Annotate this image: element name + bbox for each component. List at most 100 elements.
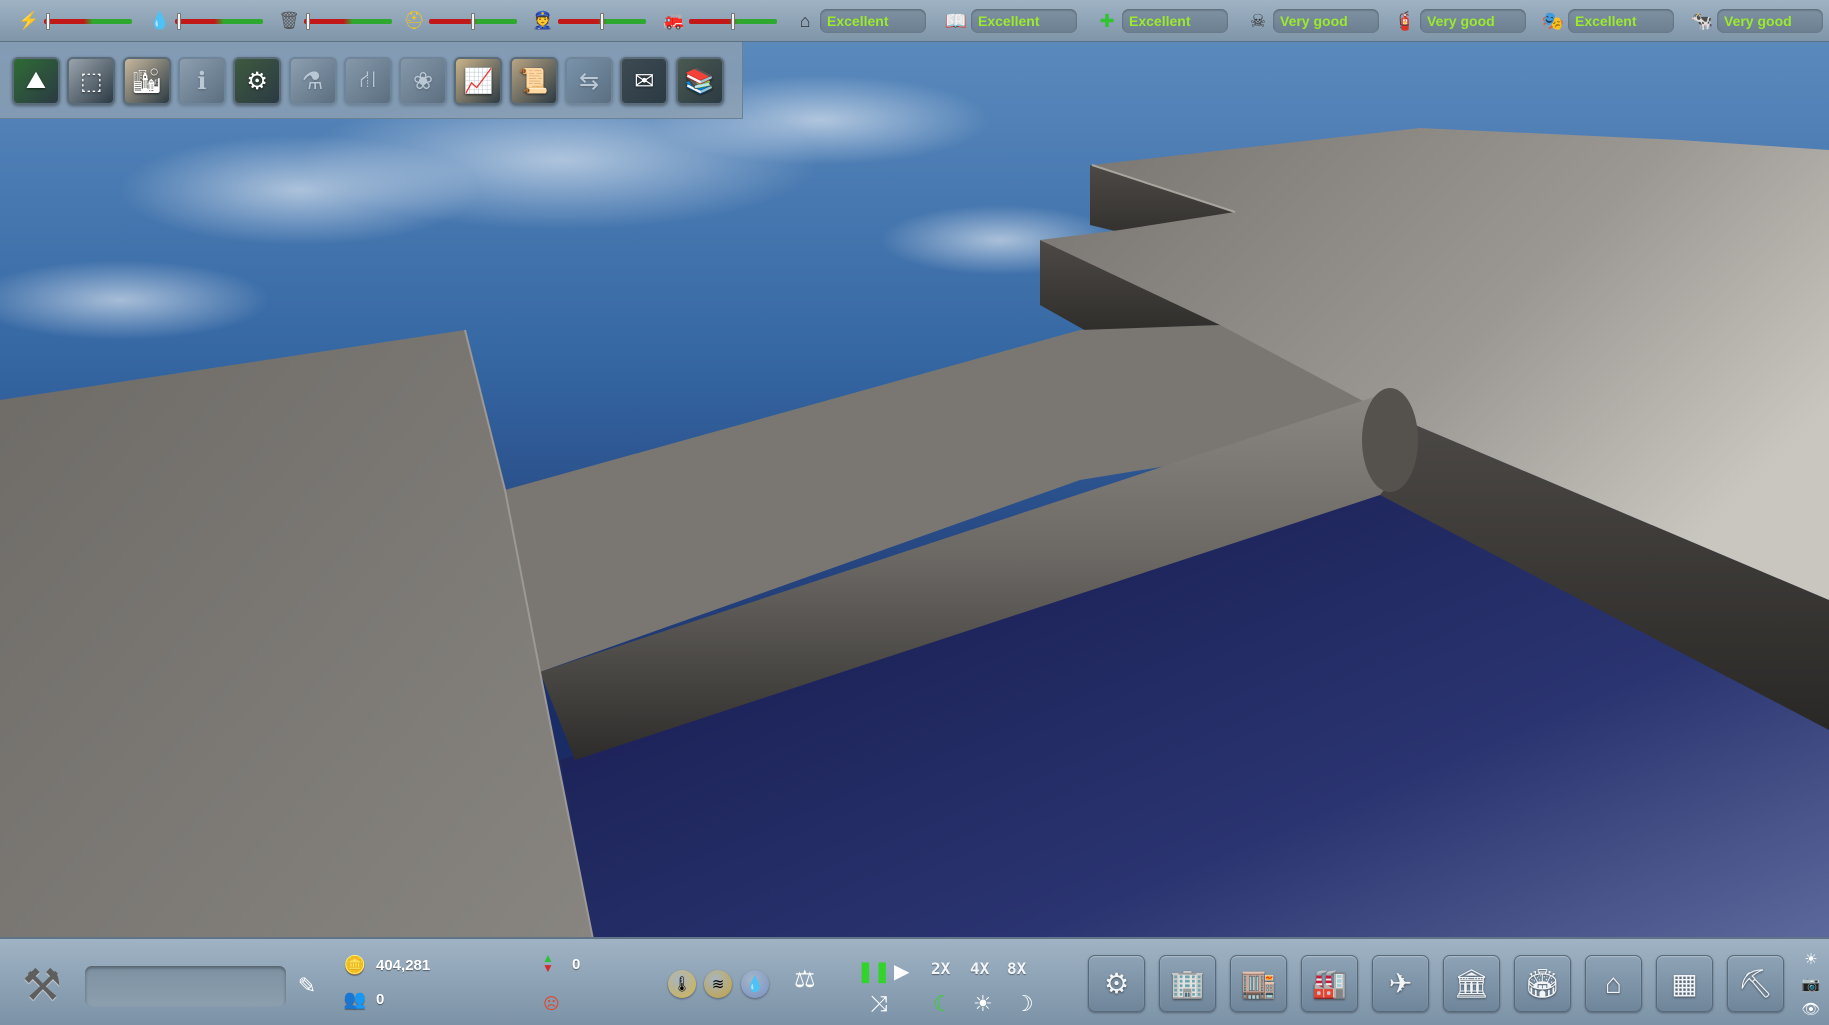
airplane-icon: ✈ — [1388, 968, 1413, 999]
population-change: 0 — [572, 956, 580, 973]
office-icon: 🏬 — [1241, 968, 1276, 999]
population-value: 0 — [376, 991, 385, 1008]
chart-icon: 📈 — [463, 67, 494, 95]
speed-8x-button[interactable]: 8X — [1007, 959, 1026, 978]
speed-2x-button[interactable]: 2X — [931, 959, 950, 978]
book-icon: 📖 — [944, 10, 968, 31]
money-value: 404,281 — [376, 957, 431, 974]
factory-icon: 🏭 — [1312, 968, 1347, 999]
tool-panel: ⛰ ⬚ 🏙 ℹ ⚙ ⚗ ⛙ ❀ 📈 📜 ⇆ ✉ 📚 — [0, 42, 743, 119]
roads-tool-button[interactable]: ⛙ — [343, 57, 392, 105]
electricity-level-knob — [45, 12, 50, 30]
excavator-icon: ⛏ — [1737, 968, 1774, 999]
sun-icon[interactable]: ☀ — [973, 991, 993, 1017]
water-overlay-button[interactable]: 💧 — [741, 970, 769, 998]
airport-zone-button[interactable]: ✈ — [1372, 955, 1429, 1012]
play-icon[interactable]: ▶ — [894, 959, 909, 984]
day-night-icon[interactable]: ☾ — [933, 991, 953, 1017]
demolish-zone-button[interactable]: ⛏ — [1727, 955, 1784, 1012]
city-name-field[interactable] — [85, 966, 286, 1007]
utilities-zone-button[interactable]: ⚙ — [1088, 955, 1145, 1012]
tools-icon[interactable]: ⚒ — [14, 957, 70, 1013]
edit-pencil-icon[interactable]: ✎ — [294, 973, 320, 999]
electricity-meter[interactable]: ⚡ — [18, 8, 132, 34]
charts-tool-button[interactable]: 📈 — [454, 57, 503, 105]
water-meter[interactable]: 💧 — [149, 8, 263, 34]
fire-level-knob — [731, 12, 735, 30]
info-tool-button[interactable]: ℹ — [177, 57, 226, 105]
entertainment-rating-value: Excellent — [1568, 9, 1674, 33]
documents-tool-button[interactable]: 📜 — [509, 57, 558, 105]
police-level-bar — [558, 12, 646, 30]
residential-zone-button[interactable]: 🏢 — [1159, 955, 1216, 1012]
water-level-knob — [176, 12, 181, 30]
workers-level-knob — [471, 12, 475, 30]
temperature-overlay-button[interactable]: 🌡 — [668, 970, 696, 998]
workers-meter[interactable]: ⛑ — [403, 8, 517, 34]
garbage-meter[interactable]: 🗑 — [278, 8, 392, 34]
top-status-bar: ⚡ 💧 🗑 ⛑ 👮 🚒 ⌂ Excellent 📖 Excellent ✚ Excellent ☠ Ve… — [0, 0, 1829, 42]
fire-safety-rating[interactable]: 🧯 Very good — [1393, 8, 1526, 34]
education-rating[interactable]: 📖 Excellent — [944, 8, 1077, 34]
sad-face-icon[interactable]: ☹ — [543, 994, 560, 1014]
services-icon: ⚙ — [246, 67, 268, 95]
blocks-tool-button[interactable]: ⬚ — [67, 57, 116, 105]
workers-level-bar — [429, 12, 517, 30]
commercial-zone-button[interactable]: 🏬 — [1230, 955, 1287, 1012]
speed-4x-button[interactable]: 4X — [970, 959, 989, 978]
capitol-icon: 🏛 — [1453, 968, 1490, 999]
weather-icon[interactable]: ☀ — [1799, 949, 1823, 969]
terrain-tool-button[interactable]: ⛰ — [12, 57, 60, 105]
moon-icon[interactable]: ☽ — [1014, 991, 1034, 1017]
government-zone-button[interactable]: 🏛 — [1443, 955, 1500, 1012]
garbage-level-knob — [305, 12, 310, 30]
electricity-level-bar — [44, 12, 132, 30]
up-down-arrows-icon: ▲ ▼ — [542, 951, 554, 975]
scales-icon[interactable]: ⚖ — [794, 965, 816, 994]
police-meter[interactable]: 👮 — [532, 8, 646, 34]
landmark-zone-button[interactable]: 🏟 — [1514, 955, 1571, 1012]
city-tool-button[interactable]: 🏙 — [122, 57, 171, 105]
health-rating-value: Excellent — [1122, 9, 1228, 33]
entertainment-rating[interactable]: 🎭 Excellent — [1541, 8, 1674, 34]
nature-tool-button[interactable]: ❀ — [399, 57, 448, 105]
envelope-icon: ✉ — [634, 67, 655, 95]
money-display: 🪙 404,281 — [340, 955, 430, 976]
health-rating[interactable]: ✚ Excellent — [1095, 8, 1228, 34]
mail-tool-button[interactable]: ✉ — [620, 57, 669, 105]
skull-icon: ☠ — [1249, 10, 1267, 31]
wind-overlay-button[interactable]: ≋ — [704, 970, 732, 998]
police-icon: 👮 — [532, 11, 554, 30]
stadium-icon: 🏟 — [1524, 968, 1561, 999]
apartment-icon: 🏢 — [1170, 968, 1205, 999]
fire-meter[interactable]: 🚒 — [663, 8, 777, 34]
pollution-rating-value: Very good — [1273, 9, 1379, 33]
library-tool-button[interactable]: 📚 — [675, 57, 724, 105]
people-icon: 👥 — [343, 989, 367, 1009]
terrain-icon: ⛰ — [25, 67, 47, 94]
police-level-knob — [600, 12, 604, 30]
housing-rating[interactable]: ⌂ Excellent — [793, 8, 926, 34]
camera-icon[interactable]: 📷 — [1799, 974, 1823, 994]
water-level-bar — [175, 12, 263, 30]
tree-icon: ❀ — [413, 67, 434, 95]
storage-zone-button[interactable]: ▦ — [1656, 955, 1713, 1012]
greenhouse-zone-button[interactable]: ⌂ — [1585, 955, 1642, 1012]
game-viewport[interactable] — [0, 0, 1829, 1025]
shuffle-icon[interactable]: ⤨ — [870, 991, 888, 1017]
livestock-rating[interactable]: 🐄 Very good — [1690, 8, 1823, 34]
coins-icon: 🪙 — [343, 955, 367, 975]
bottom-control-bar: ⚒ ✎ 🪙 404,281 👥 0 ▲ ▼ 0 ☹ 🌡 ≋ 💧 ⚖ ❚❚ ▶ 2X 4… — [0, 937, 1829, 1025]
blocks-icon: ⬚ — [79, 67, 103, 95]
research-tool-button[interactable]: ⚗ — [288, 57, 337, 105]
industrial-zone-button[interactable]: 🏭 — [1301, 955, 1358, 1012]
livestock-rating-value: Very good — [1717, 9, 1823, 33]
services-tool-button[interactable]: ⚙ — [233, 57, 282, 105]
water-drop-icon: 💧 — [149, 11, 171, 30]
eye-icon[interactable]: 👁 — [1799, 999, 1823, 1019]
theater-masks-icon: 🎭 — [1541, 10, 1565, 31]
document-icon: 📜 — [518, 67, 549, 95]
pollution-rating[interactable]: ☠ Very good — [1246, 8, 1379, 34]
transit-tool-button[interactable]: ⇆ — [565, 57, 613, 105]
pause-icon[interactable]: ❚❚ — [857, 959, 891, 984]
